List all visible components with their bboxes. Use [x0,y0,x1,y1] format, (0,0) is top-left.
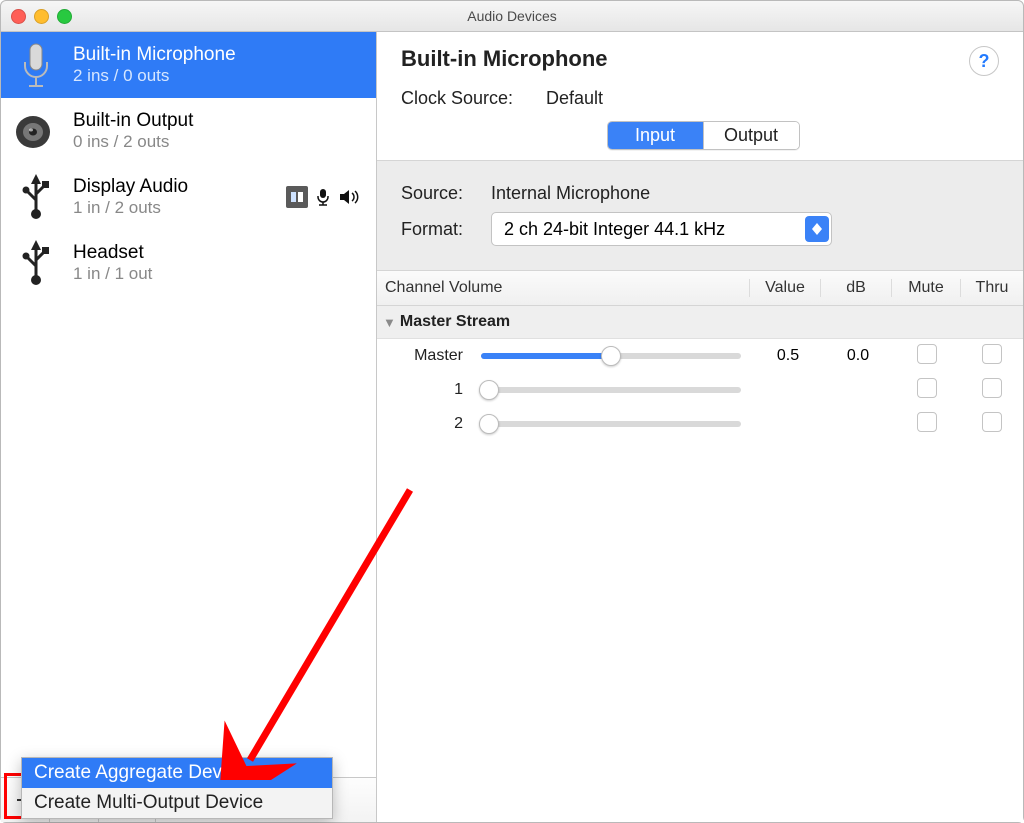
channel-table-header: Channel Volume Value dB Mute Thru [377,271,1023,306]
microphone-icon [11,40,61,90]
format-select[interactable]: 2 ch 24-bit Integer 44.1 kHz [491,212,832,246]
device-detail: Built-in Microphone ? Clock Source: Defa… [377,32,1023,822]
device-io: 1 in / 2 outs [73,198,274,218]
volume-slider-master[interactable] [481,353,741,359]
detail-title: Built-in Microphone [401,46,608,72]
device-name: Display Audio [73,176,274,199]
col-mute[interactable]: Mute [892,279,961,297]
mute-checkbox[interactable] [917,344,937,364]
device-item-built-in-output[interactable]: Built-in Output 0 ins / 2 outs [1,98,376,164]
device-item-headset[interactable]: Headset 1 in / 1 out [1,230,376,296]
menu-item-create-multi-output[interactable]: Create Multi-Output Device [22,788,332,818]
tab-input[interactable]: Input [608,122,703,149]
thru-checkbox[interactable] [982,344,1002,364]
clock-source-row: Clock Source: Default [401,88,1005,109]
col-value[interactable]: Value [750,279,821,297]
stream-name: Master Stream [400,313,510,331]
disclosure-triangle-icon[interactable]: ▼ [383,315,396,330]
thru-checkbox[interactable] [982,412,1002,432]
channel-row-master: Master 0.5 0.0 [377,339,1023,373]
mute-checkbox[interactable] [917,412,937,432]
help-button[interactable]: ? [969,46,999,76]
tab-output[interactable]: Output [703,122,799,149]
channel-label: 2 [383,415,471,433]
format-value: 2 ch 24-bit Integer 44.1 kHz [504,219,805,240]
channel-label: Master [383,347,471,365]
thru-checkbox[interactable] [982,378,1002,398]
volume-slider-1[interactable] [481,387,741,393]
source-label: Source: [401,183,491,204]
device-name: Headset [73,242,366,265]
input-settings: Source: Internal Microphone Format: 2 ch… [377,161,1023,271]
speaker-icon [11,106,61,156]
default-input-icon [312,186,334,208]
mute-checkbox[interactable] [917,378,937,398]
clock-source-label: Clock Source: [401,88,541,109]
channel-db: 0.0 [823,347,893,365]
device-sidebar: Built-in Microphone 2 ins / 0 outs [1,32,377,822]
clock-source-value: Default [546,88,603,108]
master-stream-row[interactable]: ▼ Master Stream [377,306,1023,339]
device-name: Built-in Output [73,110,366,133]
device-item-display-audio[interactable]: Display Audio 1 in / 2 outs [1,164,376,230]
io-tabs: Input Output [607,121,800,150]
format-label: Format: [401,219,491,240]
col-db[interactable]: dB [821,279,892,297]
device-io: 2 ins / 0 outs [73,66,366,86]
device-io: 1 in / 1 out [73,264,366,284]
channel-row-1: 1 [377,373,1023,407]
channel-row-2: 2 [377,407,1023,441]
device-defaults [286,186,360,208]
channel-value: 0.5 [753,347,823,365]
source-value: Internal Microphone [491,183,650,204]
usb-icon [11,172,61,222]
system-sound-icon [286,186,308,208]
device-item-built-in-microphone[interactable]: Built-in Microphone 2 ins / 0 outs [1,32,376,98]
menu-item-create-aggregate[interactable]: Create Aggregate Device [22,758,332,788]
channel-label: 1 [383,381,471,399]
usb-icon [11,238,61,288]
col-thru[interactable]: Thru [961,279,1023,297]
stepper-icon [805,216,829,242]
window: Audio Devices Built-in Microphone [0,0,1024,823]
default-output-icon [338,186,360,208]
titlebar: Audio Devices [1,1,1023,32]
add-device-menu: Create Aggregate Device Create Multi-Out… [21,757,333,819]
device-io: 0 ins / 2 outs [73,132,366,152]
col-channel-volume[interactable]: Channel Volume [377,279,750,297]
device-list: Built-in Microphone 2 ins / 0 outs [1,32,376,777]
window-title: Audio Devices [1,8,1023,24]
device-name: Built-in Microphone [73,44,366,67]
volume-slider-2[interactable] [481,421,741,427]
